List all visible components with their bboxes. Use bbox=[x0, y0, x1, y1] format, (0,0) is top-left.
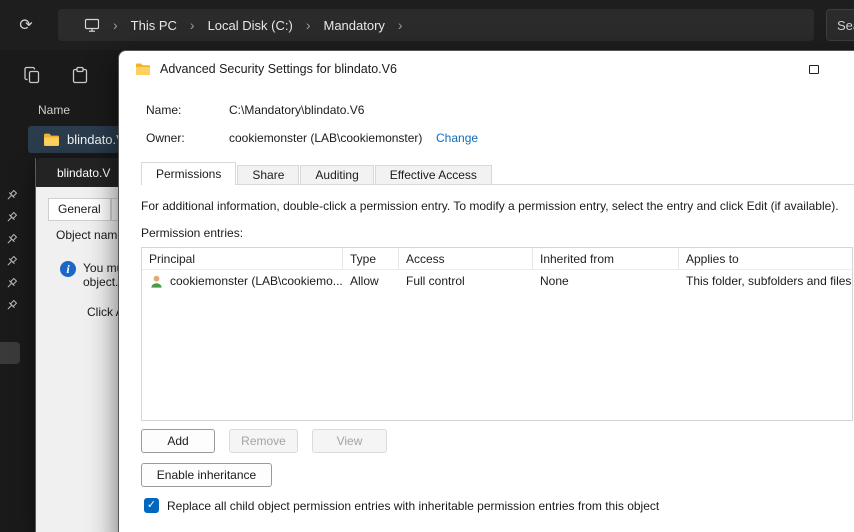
tab-auditing[interactable]: Auditing bbox=[300, 165, 374, 184]
permission-entries-table: Principal Type Access Inherited from App… bbox=[141, 247, 853, 421]
table-row[interactable]: cookiemonster (LAB\cookiemo... Allow Ful… bbox=[142, 270, 852, 292]
replace-child-checkbox[interactable]: ✓ bbox=[144, 498, 159, 513]
user-icon bbox=[149, 274, 164, 289]
breadcrumb-this-pc[interactable]: This PC bbox=[131, 18, 177, 33]
pushpin-icon[interactable] bbox=[4, 210, 20, 226]
maximize-icon bbox=[809, 64, 819, 74]
object-name-label: Object name: bbox=[56, 228, 120, 242]
pushpin-icon[interactable] bbox=[4, 254, 20, 270]
tab-share[interactable]: Share bbox=[237, 165, 300, 184]
owner-field-value: cookiemonster (LAB\cookiemonster) bbox=[229, 131, 423, 145]
cell-inherited-from: None bbox=[540, 274, 569, 288]
column-inherited-from[interactable]: Inherited from bbox=[533, 248, 679, 269]
dialog-titlebar[interactable]: Advanced Security Settings for blindato.… bbox=[119, 51, 854, 87]
dialog-title: Advanced Security Settings for blindato.… bbox=[160, 62, 397, 76]
enable-inheritance-button[interactable]: Enable inheritance bbox=[141, 463, 272, 487]
cell-applies-to: This folder, subfolders and files bbox=[686, 274, 852, 288]
paste-icon[interactable] bbox=[70, 65, 92, 87]
folder-icon bbox=[43, 132, 60, 147]
column-type[interactable]: Type bbox=[343, 248, 399, 269]
breadcrumb-mandatory[interactable]: Mandatory bbox=[324, 18, 385, 33]
explorer-topbar: ⟳ › This PC › Local Disk (C:) › Mandator… bbox=[0, 0, 854, 50]
check-icon: ✓ bbox=[146, 499, 157, 511]
name-column-header[interactable]: Name bbox=[38, 103, 70, 117]
properties-info-text: object. bbox=[83, 275, 119, 289]
cell-principal: cookiemonster (LAB\cookiemo... bbox=[170, 274, 343, 288]
search-input[interactable]: Sea bbox=[826, 9, 854, 41]
tab-general[interactable]: General bbox=[48, 198, 111, 221]
column-access[interactable]: Access bbox=[399, 248, 533, 269]
properties-dialog-title: blindato.V bbox=[36, 158, 120, 187]
copy-icon[interactable] bbox=[22, 65, 44, 87]
view-button[interactable]: View bbox=[312, 429, 387, 453]
pushpin-icon[interactable] bbox=[4, 276, 20, 292]
change-owner-link[interactable]: Change bbox=[436, 131, 478, 145]
cell-access: Full control bbox=[406, 274, 465, 288]
advanced-security-dialog: Advanced Security Settings for blindato.… bbox=[118, 50, 854, 532]
breadcrumb-local-disk-c[interactable]: Local Disk (C:) bbox=[208, 18, 293, 33]
name-field-label: Name: bbox=[146, 103, 182, 117]
owner-field-label: Owner: bbox=[146, 131, 185, 145]
instruction-text: For additional information, double-click… bbox=[141, 199, 839, 213]
properties-info-text: You mus bbox=[83, 261, 120, 275]
replace-child-checkbox-label: Replace all child object permission entr… bbox=[167, 499, 660, 513]
refresh-icon[interactable]: ⟳ bbox=[14, 13, 38, 37]
column-applies-to[interactable]: Applies to bbox=[679, 248, 852, 269]
add-button[interactable]: Add bbox=[141, 429, 215, 453]
pushpin-icon[interactable] bbox=[4, 232, 20, 248]
permission-entries-label: Permission entries: bbox=[141, 226, 244, 240]
cell-type: Allow bbox=[350, 274, 379, 288]
chevron-right-icon[interactable]: › bbox=[190, 17, 195, 33]
screen: ⟳ › This PC › Local Disk (C:) › Mandator… bbox=[0, 0, 854, 532]
this-pc-icon bbox=[84, 17, 100, 33]
pushpin-icon[interactable] bbox=[4, 298, 20, 314]
table-header: Principal Type Access Inherited from App… bbox=[142, 248, 852, 270]
column-principal[interactable]: Principal bbox=[142, 248, 343, 269]
chevron-right-icon[interactable]: › bbox=[398, 17, 403, 33]
properties-click-text: Click Ad bbox=[87, 305, 120, 319]
properties-tabs: General Sha bbox=[48, 198, 120, 221]
folder-icon bbox=[135, 62, 151, 76]
chevron-right-icon[interactable]: › bbox=[113, 17, 118, 33]
tab-effective-access[interactable]: Effective Access bbox=[374, 165, 492, 184]
properties-dialog: blindato.V General Sha Object name: i Yo… bbox=[35, 158, 120, 532]
maximize-button[interactable] bbox=[791, 51, 837, 87]
nav-item-selected[interactable] bbox=[0, 342, 20, 364]
name-field-value: C:\Mandatory\blindato.V6 bbox=[229, 103, 365, 117]
info-icon: i bbox=[60, 261, 76, 277]
file-row-blindato[interactable]: blindato.V6 bbox=[28, 126, 132, 153]
tab-permissions[interactable]: Permissions bbox=[141, 162, 237, 185]
properties-dialog-body: General Sha Object name: i You mus objec… bbox=[36, 187, 120, 532]
address-bar[interactable]: › This PC › Local Disk (C:) › Mandatory … bbox=[58, 9, 814, 41]
remove-button[interactable]: Remove bbox=[229, 429, 298, 453]
pushpin-icon[interactable] bbox=[4, 188, 20, 204]
security-tabs: Permissions Share Auditing Effective Acc… bbox=[141, 162, 854, 185]
chevron-right-icon[interactable]: › bbox=[306, 17, 311, 33]
